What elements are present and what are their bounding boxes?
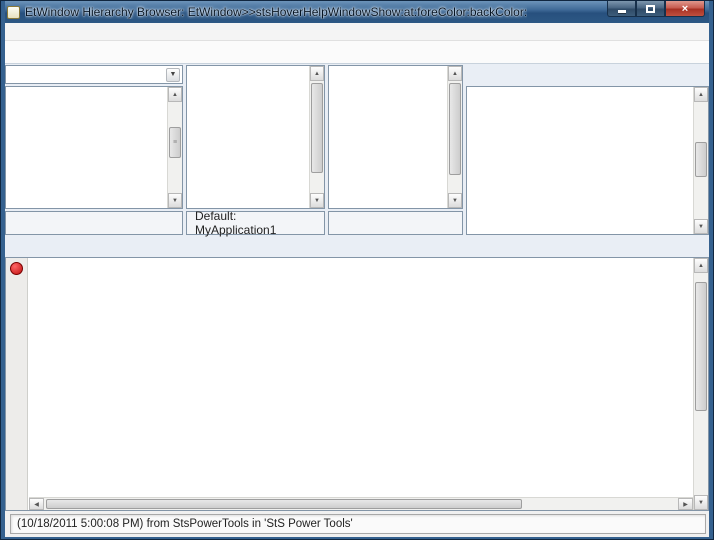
scope-options <box>328 211 463 235</box>
scroll-up-icon[interactable]: ▲ <box>694 258 708 273</box>
scroll-thumb[interactable] <box>695 142 707 177</box>
titlebar[interactable]: EtWindow Hierarchy Browser: EtWindow>>st… <box>5 1 709 23</box>
maximize-button[interactable] <box>636 1 665 17</box>
categories-pane: ▲ ▼ <box>328 65 463 235</box>
browser-panes: ▼ ▲ ≡ ▼ ▲ ▼ Default: MyApp <box>5 64 709 237</box>
minimize-icon <box>618 10 626 13</box>
method-source-editor[interactable]: ▲ ▼ ◀ ▶ <box>5 257 709 511</box>
status-text: (10/18/2011 5:00:08 PM) from StsPowerToo… <box>10 514 706 534</box>
editor-gutter[interactable] <box>6 258 28 510</box>
toolbar <box>5 41 709 64</box>
scroll-up-icon[interactable]: ▲ <box>310 66 324 81</box>
code-area[interactable] <box>28 258 693 510</box>
scroll-left-icon[interactable]: ◀ <box>29 498 44 510</box>
window: EtWindow Hierarchy Browser: EtWindow>>st… <box>0 0 714 540</box>
menu-bar <box>5 23 709 41</box>
scroll-thumb[interactable] <box>449 83 461 175</box>
methods-tabs <box>466 65 709 84</box>
editor-hscrollbar[interactable]: ◀ ▶ <box>29 497 693 510</box>
class-tree-scrollbar[interactable]: ▲ ≡ ▼ <box>167 87 182 208</box>
editor-vscrollbar[interactable]: ▲ ▼ <box>693 258 708 510</box>
app-icon <box>7 6 20 19</box>
visibility-options <box>5 211 183 235</box>
scroll-down-icon[interactable]: ▼ <box>168 193 182 208</box>
class-filter-combo[interactable]: ▼ <box>5 65 183 84</box>
applications-pane: ▲ ▼ Default: MyApplication1 <box>186 65 325 235</box>
scroll-down-icon[interactable]: ▼ <box>448 193 462 208</box>
scroll-down-icon[interactable]: ▼ <box>310 193 324 208</box>
maximize-icon <box>646 5 655 13</box>
applications-list: ▲ ▼ <box>186 65 325 209</box>
scroll-thumb[interactable] <box>695 282 707 411</box>
scroll-thumb[interactable] <box>46 499 522 509</box>
scroll-up-icon[interactable]: ▲ <box>168 87 182 102</box>
scroll-right-icon[interactable]: ▶ <box>678 498 693 510</box>
window-title: EtWindow Hierarchy Browser: EtWindow>>st… <box>25 5 527 19</box>
methods-list: ▲ ▼ <box>466 86 709 235</box>
methods-scrollbar[interactable]: ▲ ▼ <box>693 87 708 234</box>
breakpoint-icon[interactable] <box>10 262 23 275</box>
categories-list: ▲ ▼ <box>328 65 463 209</box>
editor-tabs <box>5 237 709 257</box>
close-button[interactable]: × <box>665 1 705 17</box>
class-tree: ▲ ≡ ▼ <box>5 86 183 209</box>
window-controls: × <box>607 1 705 17</box>
scroll-up-icon[interactable]: ▲ <box>694 87 708 102</box>
methods-pane: ▲ ▼ <box>466 65 709 235</box>
scroll-thumb[interactable] <box>311 83 323 173</box>
default-application-label: Default: MyApplication1 <box>186 211 325 235</box>
chevron-down-icon[interactable]: ▼ <box>166 68 180 82</box>
scroll-up-icon[interactable]: ▲ <box>448 66 462 81</box>
minimize-button[interactable] <box>607 1 636 17</box>
applications-scrollbar[interactable]: ▲ ▼ <box>309 66 324 208</box>
scroll-thumb[interactable]: ≡ <box>169 127 181 158</box>
scroll-down-icon[interactable]: ▼ <box>694 219 708 234</box>
classes-pane: ▼ ▲ ≡ ▼ <box>5 65 183 235</box>
categories-scrollbar[interactable]: ▲ ▼ <box>447 66 462 208</box>
scroll-down-icon[interactable]: ▼ <box>694 495 708 510</box>
status-bar: (10/18/2011 5:00:08 PM) from StsPowerToo… <box>5 511 709 537</box>
